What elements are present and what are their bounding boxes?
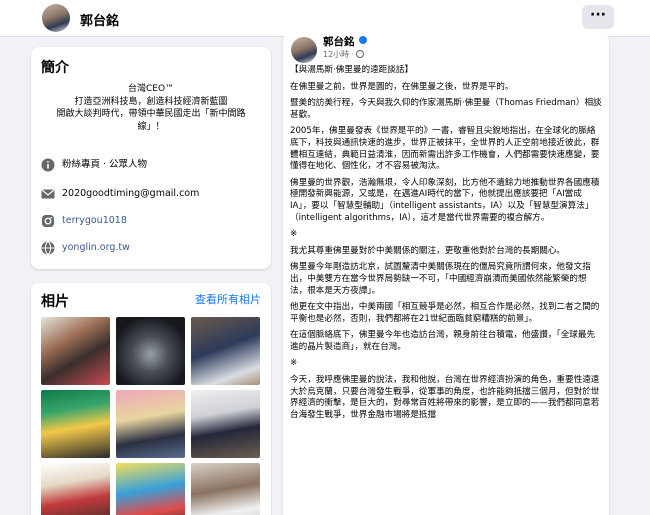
website-link[interactable]: yonglin.org.tw (62, 240, 130, 256)
email-text[interactable]: 2020goodtiming@gmail.com (62, 186, 199, 202)
globe-icon (41, 241, 55, 255)
post-timestamp[interactable]: 12小時 · (323, 49, 354, 60)
bio-line: 開啟大談判時代，帶領中華民國走出「新中間路 (56, 109, 246, 119)
category-text: 粉絲專頁 · 公眾人物 (62, 159, 148, 170)
page-header: 郭台銘 ··· (0, 0, 650, 37)
post-paragraph: 暨美的訪美行程，今天與我久仰的作家湯馬斯·佛里曼（Thomas Friedman… (290, 98, 602, 120)
post-separator: ※ (290, 358, 298, 369)
photo-thumbnail[interactable] (41, 463, 110, 515)
photo-thumbnail[interactable] (191, 317, 260, 385)
intro-title: 簡介 (41, 60, 69, 76)
post-avatar[interactable] (291, 37, 317, 63)
post-paragraph: 佛里曼今年剛造訪北京，試圖釐清中美關係現在的僵局究竟所謂何來，他發文指出，中美雙… (290, 262, 591, 296)
instagram-link[interactable]: terrygou1018 (62, 213, 127, 229)
post-paragraph: 【與湯馬斯·佛里曼的遠距談話】 (290, 65, 414, 75)
post-paragraph: 在這個脈絡底下，佛里曼今年也造訪台灣，親身前往台積電，他盛讚，「全球最先進的晶片… (290, 330, 596, 352)
photo-thumbnail[interactable] (116, 390, 185, 458)
photos-card: 相片 查看所有相片 (31, 283, 271, 515)
post-paragraph: 在佛里曼之前，世界是圓的，在佛里曼之後，世界是平的。 (290, 81, 514, 92)
avatar[interactable] (42, 4, 70, 32)
instagram-icon (42, 215, 54, 227)
verified-badge-icon (359, 36, 367, 44)
post-body: 【與湯馬斯·佛里曼的遠距談話】 在佛里曼之前，世界是圓的，在佛里曼之後，世界是平… (290, 65, 602, 426)
post-paragraph: 2005年，佛里曼發表《世界是平的》一書，睿智且尖銳地指出，在全球化的脈絡底下，… (290, 126, 600, 172)
photo-thumbnail[interactable] (116, 317, 185, 385)
post-author[interactable]: 郭台銘 (323, 34, 355, 49)
more-horizontal-icon: ··· (590, 7, 606, 23)
post-card: 郭台銘 12小時 · 【與湯馬斯·佛里曼的遠距談話】 在佛里曼之前，世界是圓的，… (283, 33, 609, 515)
photo-thumbnail[interactable] (41, 317, 110, 385)
post-paragraph: 他更在文中指出，中美兩國「相互競爭是必然，相互合作是必然，找到二者之間的平衡也是… (290, 302, 600, 324)
photo-thumbnail[interactable] (191, 463, 260, 515)
info-row-instagram[interactable]: terrygou1018 (41, 213, 266, 229)
info-icon (41, 158, 55, 172)
post-paragraph: 今天，我呼應佛里曼的說法，我和他說，台灣在世界經濟扮演的角色，重要性遠遠大於烏克… (290, 375, 600, 420)
info-row-email[interactable]: 2020goodtiming@gmail.com (41, 186, 266, 202)
photo-thumbnail[interactable] (191, 390, 260, 458)
post-separator: ※ (290, 229, 298, 240)
intro-card: 簡介 台灣CEO™ 打造亞洲科技島，創造科技經濟新藍圖 開啟大談判時代，帶領中華… (31, 47, 271, 269)
email-icon (41, 189, 55, 199)
bio-line: 台灣CEO™ (127, 84, 175, 94)
bio-text: 台灣CEO™ 打造亞洲科技島，創造科技經濟新藍圖 開啟大談判時代，帶領中華民國走… (31, 83, 271, 133)
public-audience-icon (356, 50, 364, 58)
more-options-button[interactable]: ··· (582, 5, 614, 29)
post-paragraph: 我尤其尊重佛里曼對於中美關係的關注，更敬重他對於台灣的長期關心。 (290, 245, 566, 256)
page-name[interactable]: 郭台銘 (80, 10, 119, 29)
post-paragraph: 佛里曼的世界觀，浩瀚無垠，令人印象深刻，比方他不遺餘力地推動世界各國應積極開發新… (290, 177, 600, 223)
see-all-photos-link[interactable]: 查看所有相片 (195, 291, 261, 307)
info-row-website[interactable]: yonglin.org.tw (41, 240, 266, 256)
bio-line: 線」！ (137, 121, 165, 132)
photo-thumbnail[interactable] (41, 390, 110, 458)
info-row-category: 粉絲專頁 · 公眾人物 (41, 157, 266, 173)
bio-line: 打造亞洲科技島，創造科技經濟新藍圖 (74, 96, 228, 107)
photo-thumbnail[interactable] (116, 463, 185, 515)
photos-title: 相片 (41, 294, 69, 310)
